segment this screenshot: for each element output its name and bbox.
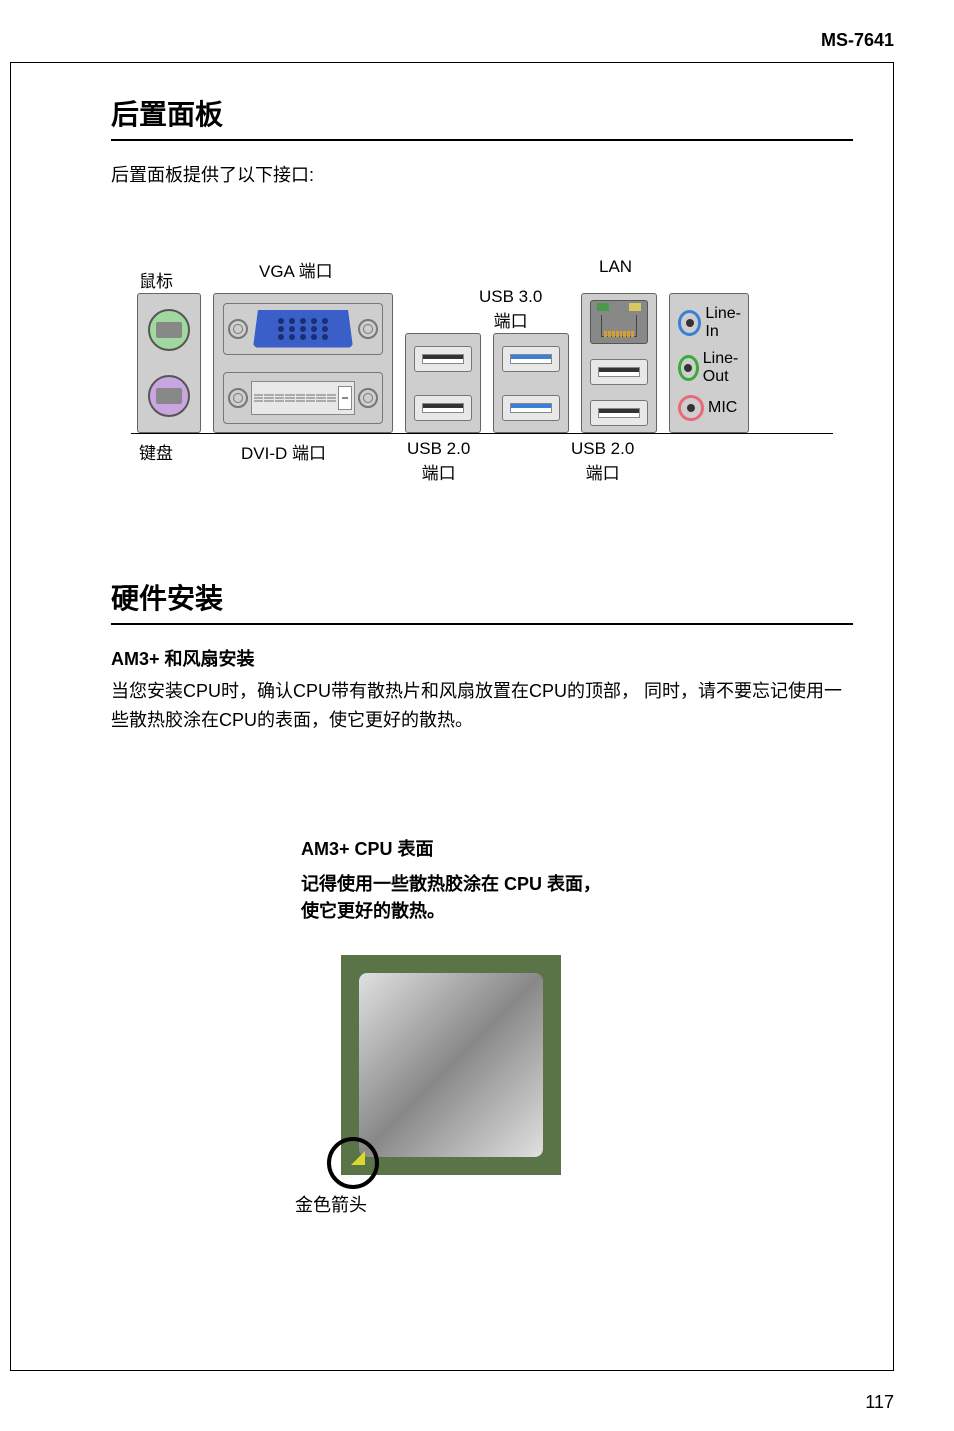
rear-panel-diagram: 鼠标 VGA 端口 USB 3.0 端口 LAN (111, 227, 853, 507)
model-number: MS-7641 (821, 30, 894, 51)
am3-subheading: AM3+ 和风扇安装 (111, 645, 853, 671)
ps2-block (137, 293, 201, 433)
label-mic: MIC (708, 399, 737, 417)
usb30-port (502, 395, 560, 421)
lan-usb-block (581, 293, 657, 433)
usb20-port (590, 359, 648, 385)
ps2-keyboard-port (148, 375, 190, 417)
usb30-block (493, 333, 569, 433)
cpu-note-line1: 记得使用一些散热胶涂在 CPU 表面， (301, 874, 601, 894)
am3-body: 当您安装CPU时，确认CPU带有散热片和风扇放置在CPU的顶部， 同时，请不要忘… (111, 677, 853, 735)
cpu-note-line2: 使它更好的散热。 (301, 901, 445, 921)
label-lineout: Line-Out (703, 350, 748, 386)
cpu-die (359, 973, 543, 1157)
page-number: 117 (865, 1392, 894, 1413)
label-usb20-sub: 端口 (586, 464, 620, 483)
vga-port (223, 303, 383, 355)
usb20-block-1 (405, 333, 481, 433)
label-usb20-text: USB 2.0 (571, 439, 634, 458)
section-hardware-title: 硬件安装 (111, 577, 853, 625)
cpu-chip-illustration (341, 955, 561, 1175)
label-lan: LAN (599, 257, 632, 277)
label-usb20-2: USB 2.0 端口 (571, 439, 634, 484)
section-rear-panel-title: 后置面板 (111, 93, 853, 141)
label-keyboard: 键盘 (139, 439, 173, 464)
highlight-circle-icon (327, 1137, 379, 1189)
usb20-port (414, 395, 472, 421)
line-out-jack (678, 355, 699, 381)
cpu-note: 记得使用一些散热胶涂在 CPU 表面， 使它更好的散热。 (301, 871, 853, 925)
label-vga: VGA 端口 (259, 257, 333, 282)
cpu-title: AM3+ CPU 表面 (301, 835, 853, 861)
label-usb20-text: USB 2.0 (407, 439, 470, 458)
label-linein: Line-In (705, 305, 748, 341)
ps2-mouse-port (148, 309, 190, 351)
label-dvid: DVI-D 端口 (241, 439, 326, 464)
vga-dvi-block (213, 293, 393, 433)
usb20-port (590, 400, 648, 426)
lan-port (590, 300, 648, 344)
cpu-section: AM3+ CPU 表面 记得使用一些散热胶涂在 CPU 表面， 使它更好的散热。… (301, 835, 853, 1217)
mic-jack (678, 395, 704, 421)
dvid-port (223, 372, 383, 424)
audio-block: Line-In Line-Out MIC (669, 293, 749, 433)
rear-panel-intro: 后置面板提供了以下接口: (111, 161, 853, 187)
line-in-jack (678, 310, 701, 336)
usb20-port (414, 346, 472, 372)
page-border: 后置面板 后置面板提供了以下接口: 鼠标 VGA 端口 USB 3.0 端口 L… (10, 62, 894, 1371)
label-usb20-1: USB 2.0 端口 (407, 439, 470, 484)
usb30-port (502, 346, 560, 372)
label-usb20-sub: 端口 (422, 464, 456, 483)
gold-arrow-label: 金色箭头 (295, 1191, 853, 1217)
